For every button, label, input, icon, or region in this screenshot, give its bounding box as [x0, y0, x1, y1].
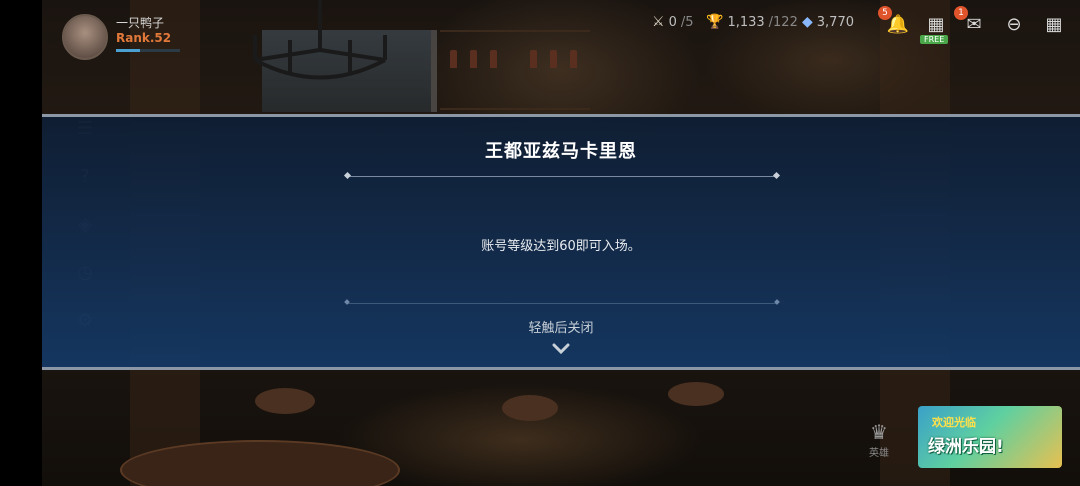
crystal-counter[interactable]: ◆ 3,770 [802, 14, 854, 30]
chat-icon: ⊖ [1006, 13, 1022, 35]
exp-bar [116, 49, 180, 52]
chandelier [253, 0, 387, 80]
shop-button[interactable]: ▦ [922, 10, 950, 38]
title-divider [348, 176, 776, 177]
tap-to-close-hint[interactable]: 轻触后关闭 [42, 317, 1080, 336]
stool [502, 395, 558, 421]
exp-fill [116, 49, 141, 52]
shop-icon: ▦ [927, 13, 945, 35]
trophy-counter[interactable]: 🏆 1,133/122 [706, 14, 798, 30]
player-rank: Rank.52 [116, 31, 172, 45]
trophy-value: 1,133 [727, 14, 765, 30]
hero-icon: ♛ [870, 420, 888, 444]
promo-title: 绿洲乐园! [928, 437, 1004, 457]
notification-button[interactable]: 5 🔔 [878, 6, 912, 38]
notification-badge: 5 [878, 6, 892, 20]
stool [255, 388, 315, 414]
grid-menu-icon: ▦ [1045, 13, 1063, 35]
dialog-message: 账号等级达到60即可入场。 [481, 239, 641, 254]
oasis-promo-banner[interactable]: 欢迎光临 绿洲乐园! [918, 406, 1062, 468]
stamina-max: /5 [680, 14, 694, 30]
mail-icon: ✉ [966, 13, 982, 35]
promo-subtitle: 欢迎光临 [932, 416, 976, 429]
player-avatar[interactable] [62, 14, 108, 60]
entry-requirement-dialog[interactable]: 王都亚兹马卡里恩 账号等级达到60即可入场。 轻触后关闭 [42, 114, 1080, 370]
stamina-counter[interactable]: ⚔ 0/5 [652, 14, 694, 30]
mail-button[interactable]: 1 ✉ [954, 6, 988, 38]
trophy-icon: 🏆 [706, 14, 724, 30]
stool [668, 382, 724, 406]
crossed-swords-icon: ⚔ [652, 14, 665, 30]
left-letterbox [0, 0, 42, 486]
free-tag: FREE [920, 35, 949, 44]
menu-button[interactable]: ▦ [1040, 10, 1068, 38]
bottle-shelf [440, 30, 590, 110]
hero-button[interactable]: ♛ 英雄 [862, 420, 896, 459]
stamina-value: 0 [668, 14, 677, 30]
mail-badge: 1 [954, 6, 968, 20]
dialog-title: 王都亚兹马卡里恩 [485, 141, 637, 162]
hero-label: 英雄 [869, 448, 889, 459]
chevron-down-icon[interactable] [552, 341, 570, 357]
message-divider [348, 303, 776, 304]
chat-button[interactable]: ⊖ [1000, 10, 1028, 38]
trophy-sub: /122 [768, 14, 798, 30]
crystal-icon: ◆ [802, 14, 813, 30]
player-name: 一只鸭子 [116, 16, 165, 30]
crystal-value: 3,770 [816, 14, 854, 30]
